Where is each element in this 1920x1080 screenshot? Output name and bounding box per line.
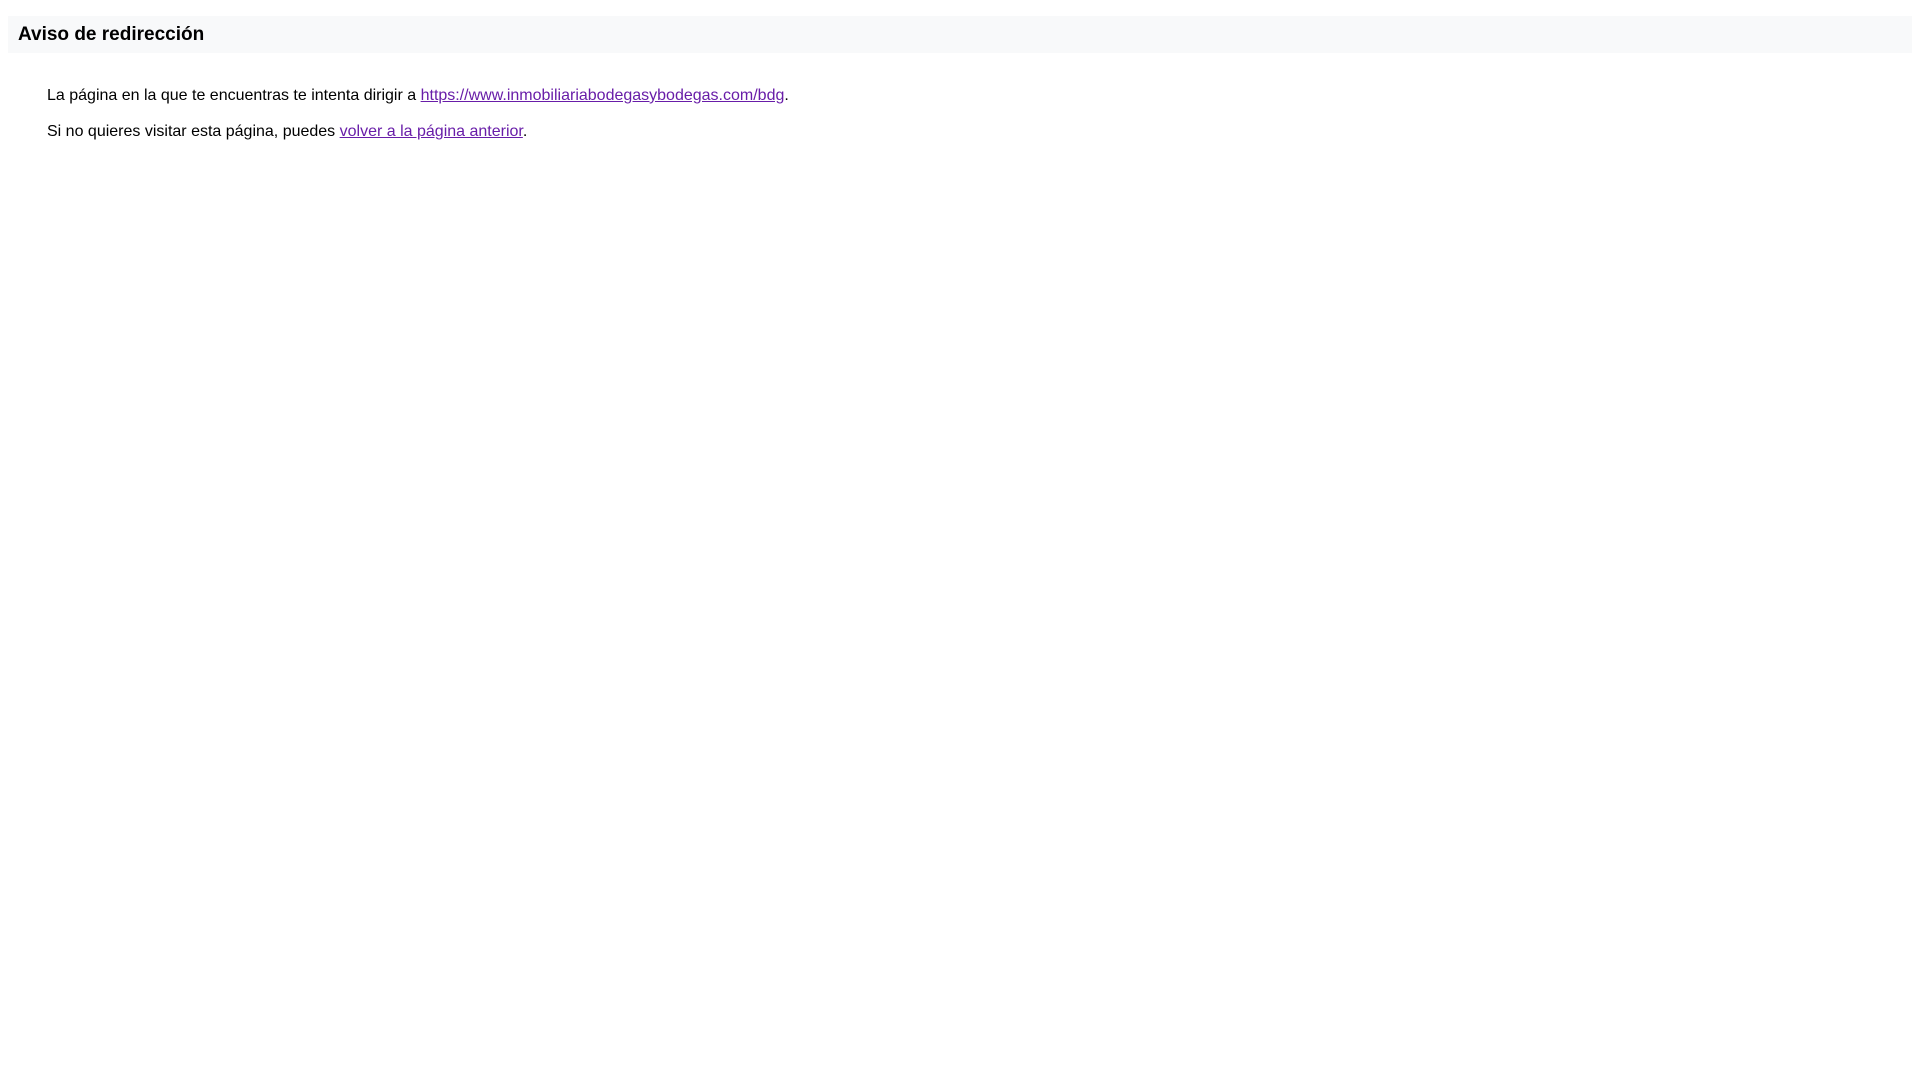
go-back-link[interactable]: volver a la página anterior [340, 123, 523, 140]
redirect-destination-text: La página en la que te encuentras te int… [47, 87, 421, 104]
redirect-destination-line: La página en la que te encuentras te int… [47, 86, 789, 106]
redirect-destination-link[interactable]: https://www.inmobiliariabodegasybodegas.… [421, 87, 785, 104]
redirect-notice: La página en la que te encuentras te int… [47, 86, 789, 158]
header-bar: Aviso de redirección [8, 16, 1912, 53]
page-title: Aviso de redirección [18, 23, 205, 45]
go-back-text: Si no quieres visitar esta página, puede… [47, 123, 340, 140]
redirect-destination-suffix: . [784, 87, 789, 104]
go-back-suffix: . [522, 123, 528, 140]
go-back-line: Si no quieres visitar esta página, puede… [47, 122, 789, 142]
